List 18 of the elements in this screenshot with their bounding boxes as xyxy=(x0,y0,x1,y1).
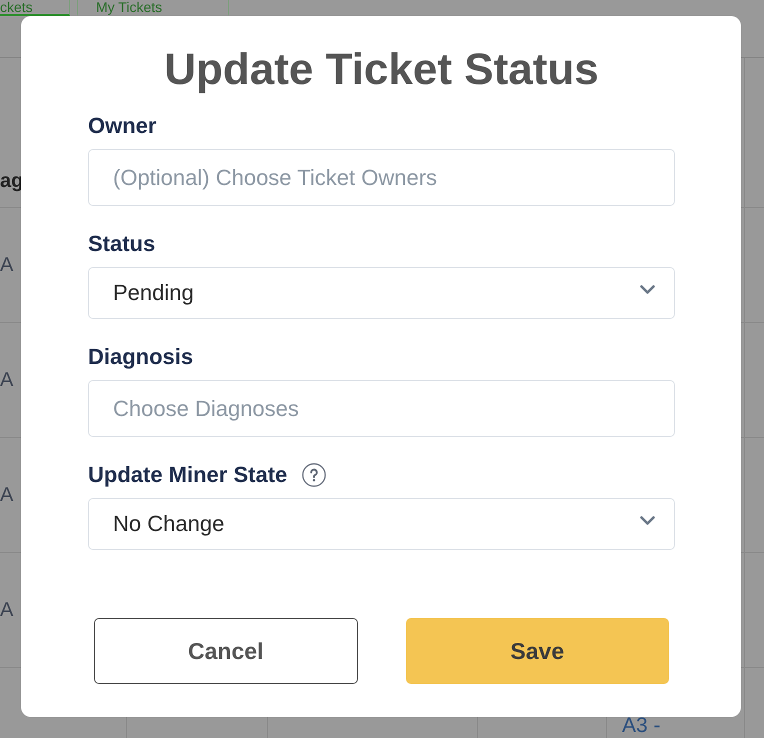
table-cell: A3 - xyxy=(622,714,661,738)
table-cell: A xyxy=(0,368,14,392)
dialog-title: Update Ticket Status xyxy=(163,44,600,96)
table-cell: A xyxy=(0,484,14,506)
dropdown[interactable]: No Change xyxy=(88,498,675,550)
field-label: Owner xyxy=(88,113,156,139)
chevron-down-icon xyxy=(640,516,655,524)
field-label: Update Miner State xyxy=(88,462,288,488)
field-label: Status xyxy=(88,231,156,257)
input-field[interactable]: Choose Diagnoses xyxy=(88,380,675,437)
table-cell: A xyxy=(0,598,14,622)
dropdown[interactable]: Pending xyxy=(88,267,675,319)
cancel-button[interactable]: Cancel xyxy=(94,618,358,684)
field-label: Diagnosis xyxy=(88,344,194,370)
table-cell: A xyxy=(0,254,14,276)
input-field[interactable]: (Optional) Choose Ticket Owners xyxy=(88,149,675,206)
chevron-down-icon xyxy=(640,284,655,294)
save-button[interactable]: Save xyxy=(406,618,669,684)
